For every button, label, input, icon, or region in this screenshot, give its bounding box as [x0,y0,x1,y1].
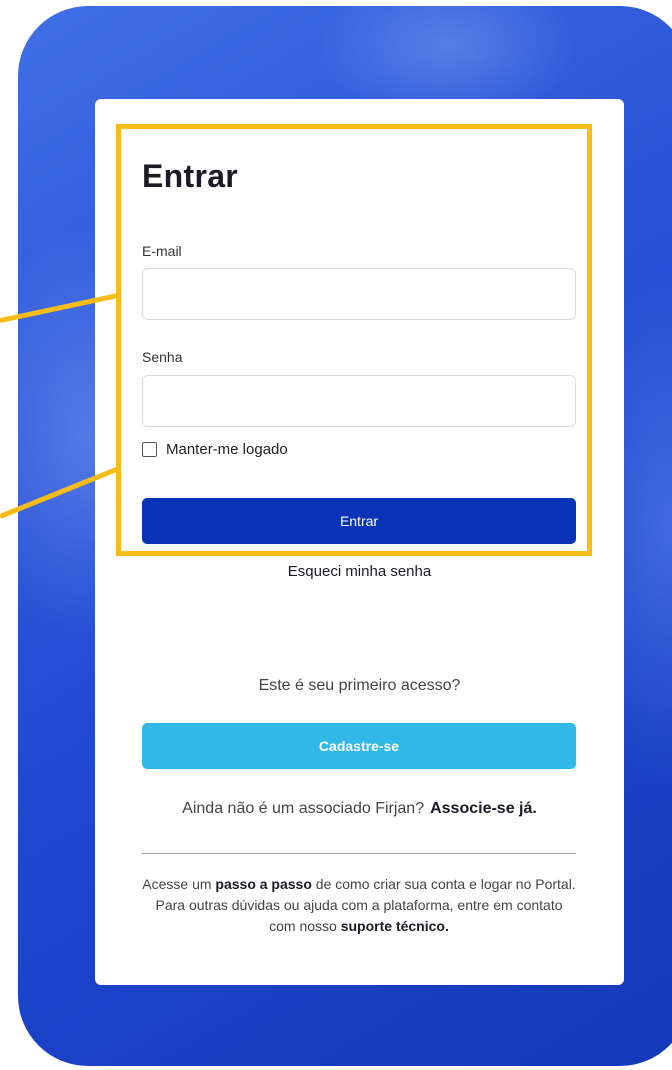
associate-link[interactable]: Associe-se já. [430,800,537,817]
support-link[interactable]: suporte técnico. [341,918,449,934]
associate-row: Ainda não é um associado Firjan? Associe-… [95,800,624,818]
step-by-step-link[interactable]: passo a passo [215,876,312,892]
divider [142,853,576,854]
highlight-box [116,124,592,556]
first-access-text: Este é seu primeiro acesso? [258,677,461,694]
help-text: Acesse um passo a passo de como criar su… [142,874,576,937]
associate-prompt: Ainda não é um associado Firjan? [182,800,425,817]
forgot-password-link[interactable]: Esqueci minha senha [95,563,624,580]
help-text-part1: Acesse um [142,876,216,892]
register-button[interactable]: Cadastre-se [142,723,576,769]
